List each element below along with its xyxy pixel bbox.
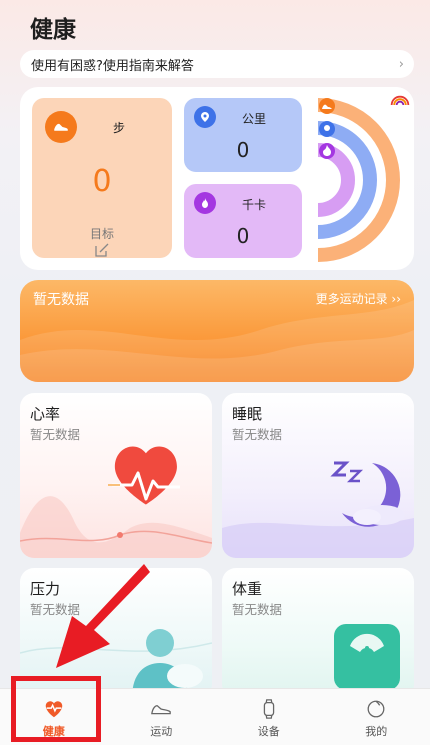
profile-icon [367, 700, 385, 717]
watch-icon [263, 698, 274, 719]
heart-rate-card[interactable]: 心率 暂无数据 [20, 393, 212, 558]
weight-title: 体重 [232, 580, 263, 598]
heart-icon [20, 446, 212, 558]
distance-value: 0 [236, 138, 250, 162]
chevron-right-icon: › [398, 56, 404, 72]
page-title: 健康 [30, 17, 76, 43]
tab-devices[interactable]: 设备 [215, 689, 323, 745]
sleep-title: 睡眠 [232, 405, 263, 423]
moon-icon [222, 461, 414, 558]
heart-rate-subtitle: 暂无数据 [30, 427, 81, 442]
shoe-icon [45, 111, 77, 143]
help-guide-text: 使用有困惑?使用指南来解答 [31, 58, 194, 74]
tab-exercise-label: 运动 [150, 724, 173, 738]
steps-label: 步 [113, 121, 126, 135]
edit-goal-icon[interactable] [94, 243, 110, 257]
stress-card[interactable]: 压力 暂无数据 [20, 568, 212, 698]
sleep-subtitle: 暂无数据 [232, 427, 283, 442]
daily-summary-card[interactable]: 步 0 目标 公里 0 千卡 0 [20, 87, 414, 270]
sleep-card[interactable]: 睡眠 暂无数据 [222, 393, 414, 558]
flame-icon [194, 192, 216, 214]
activity-records-card[interactable]: 暂无数据 更多运动记录 ›› [20, 280, 414, 382]
calories-label: 千卡 [242, 198, 267, 212]
tab-profile[interactable]: 我的 [323, 689, 430, 745]
calories-tile[interactable]: 千卡 0 [184, 184, 302, 258]
sneaker-icon [151, 704, 172, 714]
stress-title: 压力 [30, 580, 61, 598]
activity-no-data: 暂无数据 [33, 292, 89, 308]
rainbow-icon[interactable] [386, 87, 414, 113]
distance-label: 公里 [242, 112, 267, 126]
goal-label: 目标 [89, 227, 114, 241]
heart-rate-title: 心率 [30, 405, 61, 423]
more-activity-records-link[interactable]: 更多运动记录 ›› [316, 290, 401, 307]
tab-health-label: 健康 [42, 724, 65, 738]
person-icon [20, 629, 212, 698]
scale-icon [334, 624, 400, 690]
calories-value: 0 [236, 224, 250, 248]
calories-ring [317, 143, 355, 217]
weight-card[interactable]: 体重 暂无数据 [222, 568, 414, 698]
bottom-tab-bar: 健康 运动 设备 我的 [0, 688, 430, 745]
tab-exercise[interactable]: 运动 [108, 689, 216, 745]
heart-pulse-icon [45, 700, 62, 717]
help-guide-bar[interactable]: 使用有困惑?使用指南来解答 › [20, 50, 414, 78]
tab-devices-label: 设备 [257, 724, 280, 738]
location-pin-icon [194, 106, 216, 128]
steps-tile[interactable]: 步 0 目标 [32, 98, 172, 258]
distance-tile[interactable]: 公里 0 [184, 98, 302, 172]
tab-profile-label: 我的 [365, 724, 388, 738]
steps-value: 0 [92, 164, 112, 199]
tab-health[interactable]: 健康 [0, 689, 108, 745]
activity-rings[interactable] [310, 95, 414, 265]
